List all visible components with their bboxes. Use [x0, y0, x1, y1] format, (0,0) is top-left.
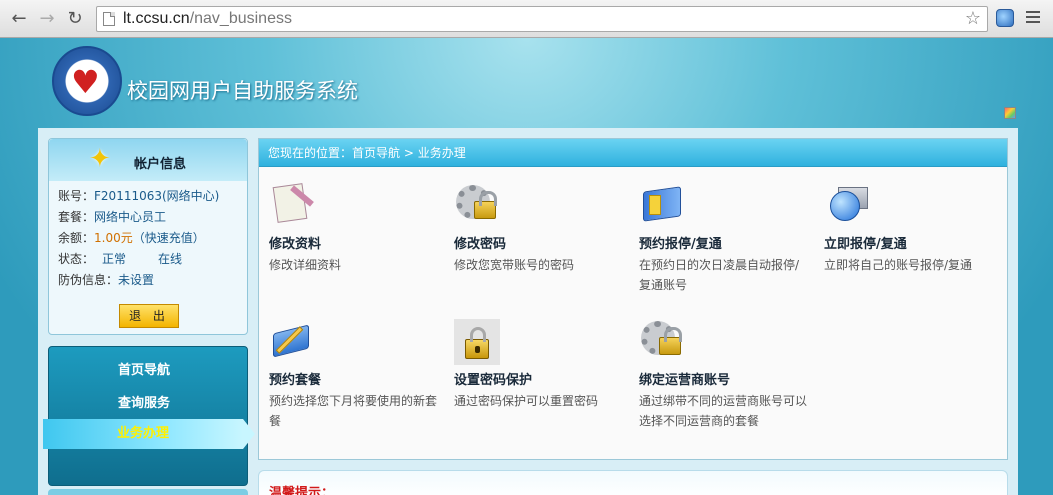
service-instant-suspend[interactable]: 立即报停/复通 立即将自己的账号报停/复通 — [824, 183, 994, 275]
service-desc: 预约选择您下月将要使用的新套餐 — [269, 394, 438, 428]
service-desc: 通过密码保护可以重置密码 — [454, 394, 599, 408]
service-reserve-package[interactable]: 预约套餐 预约选择您下月将要使用的新套餐 — [269, 319, 439, 431]
service-name[interactable]: 设置密码保护 — [454, 369, 634, 388]
status-row: 状态： 正常 在线 — [58, 250, 182, 267]
balance-value: 1.00元 — [94, 231, 133, 245]
security-row: 防伪信息：未设置 — [58, 271, 154, 288]
school-logo: ♥ — [52, 46, 122, 116]
extension-icon[interactable] — [996, 9, 1014, 27]
balance-label: 余额： — [58, 231, 95, 245]
pen-book-icon[interactable] — [269, 319, 315, 365]
account-panel: ✦ 帐户信息 账号：F20111063(网络中心) 套餐：网络中心员工 余额：1… — [48, 138, 248, 335]
service-desc: 在预约日的次日凌晨自动报停/复通账号 — [639, 258, 800, 292]
balance-row: 余额：1.00元（快速充值） — [58, 229, 205, 246]
account-id-label: 账号： — [58, 189, 95, 203]
service-password-protection[interactable]: 设置密码保护 通过密码保护可以重置密码 — [454, 319, 634, 411]
package-row: 套餐：网络中心员工 — [58, 208, 166, 225]
account-id-value: F20111063(网络中心) — [94, 189, 220, 203]
star-icon: ✦ — [89, 144, 111, 174]
tips-panel: 温馨提示： — [258, 470, 1008, 495]
reload-icon[interactable]: ↻ — [64, 8, 86, 30]
nav-item-business[interactable]: 业务办理 — [43, 419, 255, 449]
nav-item-home[interactable]: 首页导航 — [49, 359, 239, 378]
service-desc: 立即将自己的账号报停/复通 — [824, 258, 973, 272]
breadcrumb-prefix: 您现在的位置： — [268, 146, 353, 160]
gear-lock-icon[interactable] — [454, 183, 500, 229]
content-panel: 您现在的位置：首页导航 > 业务办理 修改资料 修改详细资料 修改密码 修改您宽… — [258, 138, 1008, 460]
bookmark-star-icon[interactable]: ☆ — [965, 8, 981, 29]
globe-folder-icon[interactable] — [824, 183, 870, 229]
service-bind-carrier[interactable]: 绑定运营商账号 通过绑带不同的运营商账号可以选择不同运营商的套餐 — [639, 319, 807, 431]
account-title: 帐户信息 — [134, 157, 187, 172]
forward-icon[interactable]: → — [36, 8, 58, 30]
service-change-password[interactable]: 修改密码 修改您宽带账号的密码 — [454, 183, 634, 275]
gear-lock-icon[interactable] — [639, 319, 685, 365]
service-scheduled-suspend[interactable]: 预约报停/复通 在预约日的次日凌晨自动报停/复通账号 — [639, 183, 811, 295]
url-text: lt.ccsu.cn/nav_business — [123, 10, 292, 27]
breadcrumb-home[interactable]: 首页导航 — [352, 146, 400, 160]
site-title: 校园网用户自助服务系统 — [127, 79, 358, 103]
nav-item-query[interactable]: 查询服务 — [49, 392, 239, 411]
status-value: 正常 — [102, 252, 127, 266]
back-icon[interactable]: ← — [8, 8, 30, 30]
security-label: 防伪信息： — [58, 273, 119, 287]
status-label: 状态： — [58, 252, 95, 266]
package-value: 网络中心员工 — [94, 210, 167, 224]
address-bar[interactable]: lt.ccsu.cn/nav_business ☆ — [96, 6, 988, 32]
edit-profile-icon[interactable] — [269, 183, 315, 229]
service-name[interactable]: 预约报停/复通 — [639, 233, 811, 252]
package-label: 套餐： — [58, 210, 95, 224]
padlock-icon[interactable] — [454, 319, 500, 365]
book-schedule-icon[interactable] — [639, 183, 685, 229]
page-icon — [103, 12, 115, 26]
online-status: 在线 — [158, 252, 183, 266]
quick-recharge-link[interactable]: （快速充值） — [133, 231, 205, 245]
service-name[interactable]: 预约套餐 — [269, 369, 439, 388]
service-name[interactable]: 修改资料 — [269, 233, 449, 252]
menu-icon[interactable] — [1026, 11, 1040, 25]
account-id-row: 账号：F20111063(网络中心) — [58, 187, 219, 204]
service-desc: 修改详细资料 — [269, 258, 342, 272]
service-desc: 通过绑带不同的运营商账号可以选择不同运营商的套餐 — [639, 394, 808, 428]
account-header: ✦ 帐户信息 — [49, 139, 247, 181]
service-edit-profile[interactable]: 修改资料 修改详细资料 — [269, 183, 449, 275]
corner-icon[interactable] — [1004, 107, 1016, 119]
breadcrumb-separator: > — [403, 146, 414, 160]
breadcrumb-current: 业务办理 — [417, 146, 466, 160]
tips-title: 温馨提示： — [269, 486, 335, 495]
logo-heart-icon: ♥ — [71, 63, 100, 101]
service-name[interactable]: 修改密码 — [454, 233, 634, 252]
browser-toolbar: ← → ↻ lt.ccsu.cn/nav_business ☆ — [0, 0, 1053, 38]
security-value: 未设置 — [118, 273, 155, 287]
service-desc: 修改您宽带账号的密码 — [454, 258, 575, 272]
left-nav-bottom — [48, 489, 248, 495]
breadcrumb: 您现在的位置：首页导航 > 业务办理 — [259, 139, 1007, 167]
left-nav: 首页导航 查询服务 业务办理 — [43, 346, 255, 486]
logout-button[interactable]: 退 出 — [119, 304, 179, 328]
service-name[interactable]: 立即报停/复通 — [824, 233, 994, 252]
service-name[interactable]: 绑定运营商账号 — [639, 369, 807, 388]
